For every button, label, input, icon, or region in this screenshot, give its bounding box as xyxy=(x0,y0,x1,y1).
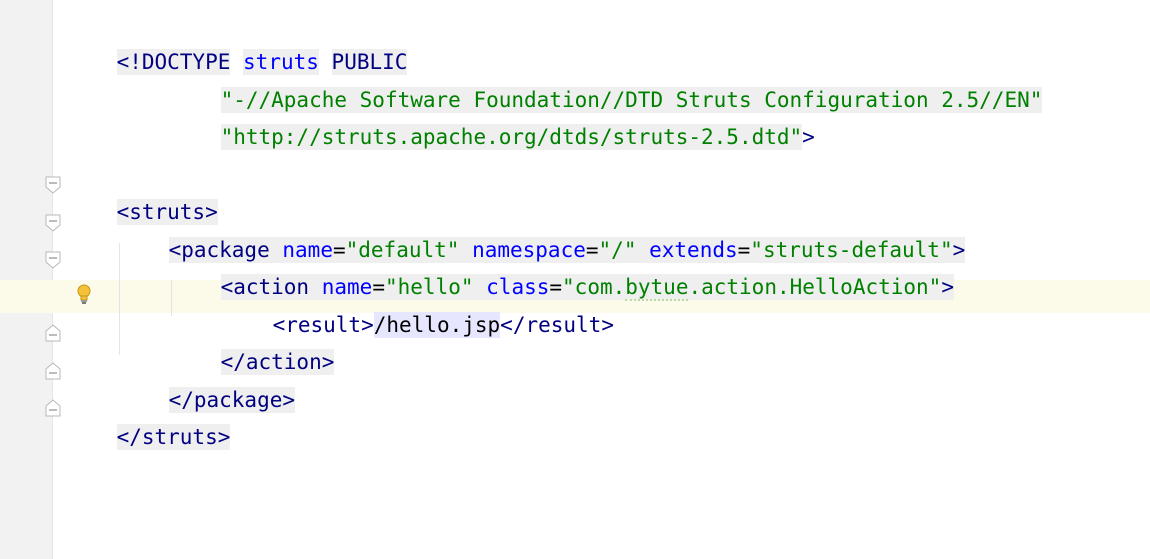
action-class-value-suffix: .action.HelloAction" xyxy=(688,275,942,299)
doctype-dtd-url: "http://struts.apache.org/dtds/struts-2.… xyxy=(220,125,803,149)
struts-close-tag: </struts> xyxy=(116,425,231,449)
fold-marker-icon[interactable] xyxy=(44,251,62,269)
fold-marker-icon[interactable] xyxy=(44,176,62,194)
code-editor[interactable]: <!DOCTYPE struts PUBLIC "-//Apache Softw… xyxy=(0,0,1150,559)
code-line-action-open[interactable]: <action name="hello" class="com.bytue.ac… xyxy=(170,248,954,301)
lightbulb-icon[interactable] xyxy=(74,283,94,307)
result-text: /hello.jsp xyxy=(373,312,501,338)
code-line-action-close[interactable]: </action> xyxy=(170,323,335,375)
code-line-dtd[interactable]: "http://struts.apache.org/dtds/struts-2.… xyxy=(170,98,815,150)
code-line-package-open[interactable]: <package name="default" namespace="/" ex… xyxy=(118,211,966,263)
dtd-segment: "http://struts.apache.org/dtds/struts-2.… xyxy=(220,124,803,150)
code-line-package-close[interactable]: </package> xyxy=(118,361,296,413)
action-open-close: > xyxy=(941,275,954,299)
code-line-result[interactable]: <result>/hello.jsp</result> xyxy=(222,286,614,338)
fold-marker-icon[interactable] xyxy=(44,324,62,342)
code-line-struts-close[interactable]: </struts> xyxy=(66,398,231,450)
action-class-value-typo: bytue xyxy=(625,275,689,301)
doctype-close: > xyxy=(802,125,815,149)
fold-marker-icon[interactable] xyxy=(44,214,62,232)
fold-marker-icon[interactable] xyxy=(44,399,62,417)
code-line-doctype[interactable]: <!DOCTYPE struts PUBLIC xyxy=(66,23,408,75)
package-open-close: > xyxy=(952,238,966,262)
struts-close-segment: </struts> xyxy=(116,424,231,450)
code-line-struts-open[interactable]: <struts> xyxy=(66,173,218,225)
code-line-fpi[interactable]: "-//Apache Software Foundation//DTD Stru… xyxy=(170,61,1043,113)
result-close-tag: </result> xyxy=(500,313,614,337)
fold-marker-icon[interactable] xyxy=(44,362,62,380)
